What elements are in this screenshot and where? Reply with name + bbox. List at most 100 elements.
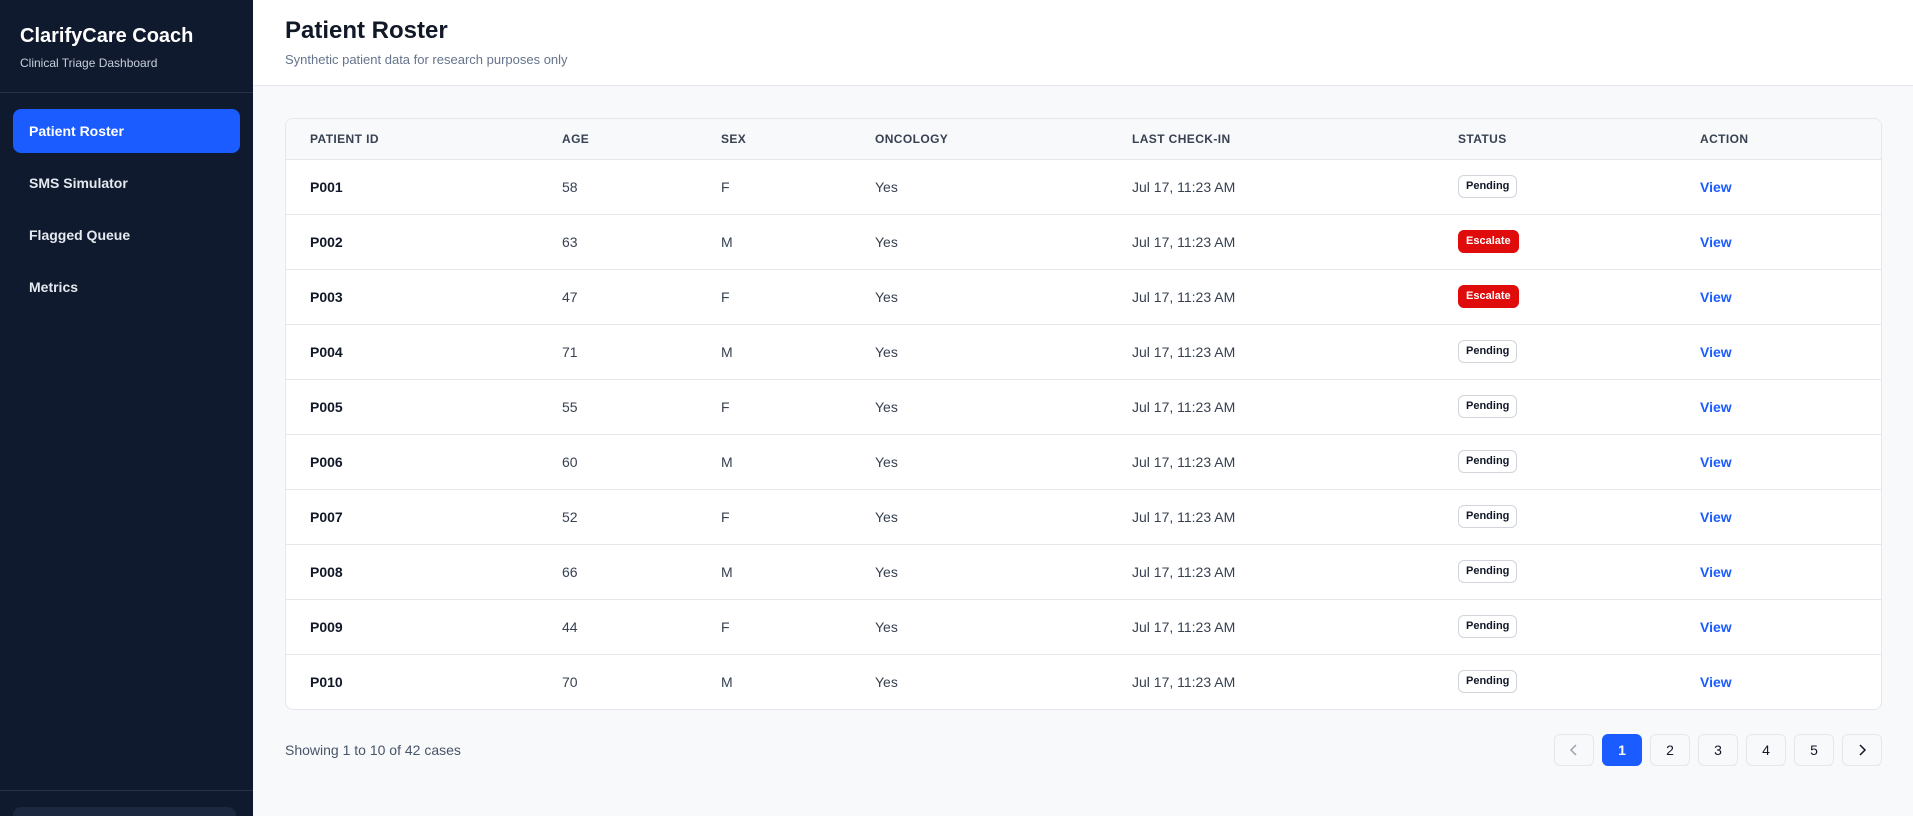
column-header-patient-id[interactable]: PATIENT ID <box>286 119 538 160</box>
table-row[interactable]: P010 70 M Yes Jul 17, 11:23 AM Pending View <box>286 654 1881 709</box>
cell-age: 52 <box>562 508 578 525</box>
chevron-right-icon <box>1859 744 1867 756</box>
cell-patient-id: P008 <box>310 563 343 580</box>
column-header-oncology[interactable]: ONCOLOGY <box>851 119 1108 160</box>
cell-age: 47 <box>562 288 578 305</box>
cell-oncology: Yes <box>875 563 898 580</box>
cell-action: View <box>1676 544 1881 599</box>
view-link[interactable]: View <box>1700 399 1732 415</box>
status-badge: Pending <box>1458 450 1518 473</box>
status-badge: Pending <box>1458 670 1518 694</box>
cell-action: View <box>1676 214 1881 269</box>
prev-page-button[interactable] <box>1554 734 1594 766</box>
status-badge: Pending <box>1458 395 1518 418</box>
cell-status: Escalate <box>1434 214 1676 269</box>
cell-status: Pending <box>1434 599 1676 654</box>
view-link[interactable]: View <box>1700 454 1732 470</box>
view-link[interactable]: View <box>1700 234 1732 250</box>
column-header-last-check-in[interactable]: LAST CHECK-IN <box>1108 119 1434 160</box>
cell-age: 66 <box>562 563 578 580</box>
status-badge: Pending <box>1458 615 1518 638</box>
sidebar-item-sms-simulator[interactable]: SMS Simulator <box>13 161 240 205</box>
cell-age: 58 <box>562 178 578 195</box>
cell-oncology: Yes <box>875 178 898 195</box>
table-body: P001 58 F Yes Jul 17, 11:23 AM Pending View P00… <box>286 159 1881 709</box>
cell-last-check-in: Jul 17, 11:23 AM <box>1132 618 1236 635</box>
cell-age: 63 <box>562 233 578 250</box>
cell-patient-id: P006 <box>310 453 343 470</box>
sidebar-footer-chip[interactable] <box>13 807 236 816</box>
table-row[interactable]: P009 44 F Yes Jul 17, 11:23 AM Pending View <box>286 599 1881 654</box>
cell-action: View <box>1676 434 1881 489</box>
cell-oncology: Yes <box>875 233 898 250</box>
cell-action: View <box>1676 159 1881 214</box>
cell-patient-id: P002 <box>310 233 343 250</box>
cell-patient-id: P009 <box>310 618 343 635</box>
cell-oncology: Yes <box>875 453 898 470</box>
page-button-4[interactable]: 4 <box>1746 734 1786 766</box>
cell-age: 71 <box>562 343 578 360</box>
cell-sex: M <box>721 453 733 470</box>
cell-patient-id: P007 <box>310 508 343 525</box>
cell-status: Escalate <box>1434 269 1676 324</box>
table-row[interactable]: P002 63 M Yes Jul 17, 11:23 AM Escalate View <box>286 214 1881 269</box>
cell-patient-id: P005 <box>310 398 343 415</box>
cell-action: View <box>1676 489 1881 544</box>
cell-last-check-in: Jul 17, 11:23 AM <box>1132 563 1236 580</box>
cell-patient-id: P004 <box>310 343 343 360</box>
table-row[interactable]: P003 47 F Yes Jul 17, 11:23 AM Escalate View <box>286 269 1881 324</box>
sidebar-item-flagged-queue[interactable]: Flagged Queue <box>13 213 240 257</box>
status-badge: Pending <box>1458 505 1518 528</box>
page-subtitle: Synthetic patient data for research purp… <box>285 52 568 67</box>
brand-subtitle: Clinical Triage Dashboard <box>20 56 158 70</box>
table-row[interactable]: P006 60 M Yes Jul 17, 11:23 AM Pending View <box>286 434 1881 489</box>
cell-last-check-in: Jul 17, 11:23 AM <box>1132 453 1236 470</box>
cell-oncology: Yes <box>875 288 898 305</box>
cell-sex: M <box>721 233 733 250</box>
chevron-left-icon <box>1569 744 1577 756</box>
cell-sex: M <box>721 563 733 580</box>
column-header-status[interactable]: STATUS <box>1434 119 1676 160</box>
cell-sex: F <box>721 508 730 525</box>
view-link[interactable]: View <box>1700 564 1732 580</box>
page-button-3[interactable]: 3 <box>1698 734 1738 766</box>
table-row[interactable]: P007 52 F Yes Jul 17, 11:23 AM Pending View <box>286 489 1881 544</box>
view-link[interactable]: View <box>1700 289 1732 305</box>
page-button-2[interactable]: 2 <box>1650 734 1690 766</box>
cell-last-check-in: Jul 17, 11:23 AM <box>1132 343 1236 360</box>
sidebar-item-patient-roster[interactable]: Patient Roster <box>13 109 240 153</box>
page-button-5[interactable]: 5 <box>1794 734 1834 766</box>
sidebar: ClarifyCare Coach Clinical Triage Dashbo… <box>0 0 253 816</box>
cell-patient-id: P003 <box>310 288 343 305</box>
view-link[interactable]: View <box>1700 619 1732 635</box>
view-link[interactable]: View <box>1700 179 1732 195</box>
table-row[interactable]: P008 66 M Yes Jul 17, 11:23 AM Pending View <box>286 544 1881 599</box>
status-badge: Pending <box>1458 175 1518 198</box>
sidebar-item-metrics[interactable]: Metrics <box>13 265 240 309</box>
view-link[interactable]: View <box>1700 674 1732 690</box>
cell-action: View <box>1676 269 1881 324</box>
table-row[interactable]: P005 55 F Yes Jul 17, 11:23 AM Pending View <box>286 379 1881 434</box>
cell-last-check-in: Jul 17, 11:23 AM <box>1132 673 1236 690</box>
cell-status: Pending <box>1434 434 1676 489</box>
cell-last-check-in: Jul 17, 11:23 AM <box>1132 398 1236 415</box>
cell-status: Pending <box>1434 159 1676 214</box>
status-badge: Escalate <box>1458 285 1519 308</box>
cell-sex: F <box>721 178 730 195</box>
cell-last-check-in: Jul 17, 11:23 AM <box>1132 508 1236 525</box>
cell-age: 60 <box>562 453 578 470</box>
column-header-age[interactable]: AGE <box>538 119 697 160</box>
view-link[interactable]: View <box>1700 509 1732 525</box>
table-header-row: PATIENT ID AGE SEX ONCOLOGY LAST CHECK-I… <box>286 119 1881 160</box>
column-header-sex[interactable]: SEX <box>697 119 851 160</box>
cell-sex: F <box>721 398 730 415</box>
status-badge: Pending <box>1458 560 1518 583</box>
status-badge: Escalate <box>1458 230 1519 253</box>
table-row[interactable]: P001 58 F Yes Jul 17, 11:23 AM Pending View <box>286 159 1881 214</box>
next-page-button[interactable] <box>1842 734 1882 766</box>
cell-sex: F <box>721 288 730 305</box>
page-button-1[interactable]: 1 <box>1602 734 1642 766</box>
view-link[interactable]: View <box>1700 344 1732 360</box>
showing-count: Showing 1 to 10 of 42 cases <box>285 742 461 758</box>
table-row[interactable]: P004 71 M Yes Jul 17, 11:23 AM Pending View <box>286 324 1881 379</box>
